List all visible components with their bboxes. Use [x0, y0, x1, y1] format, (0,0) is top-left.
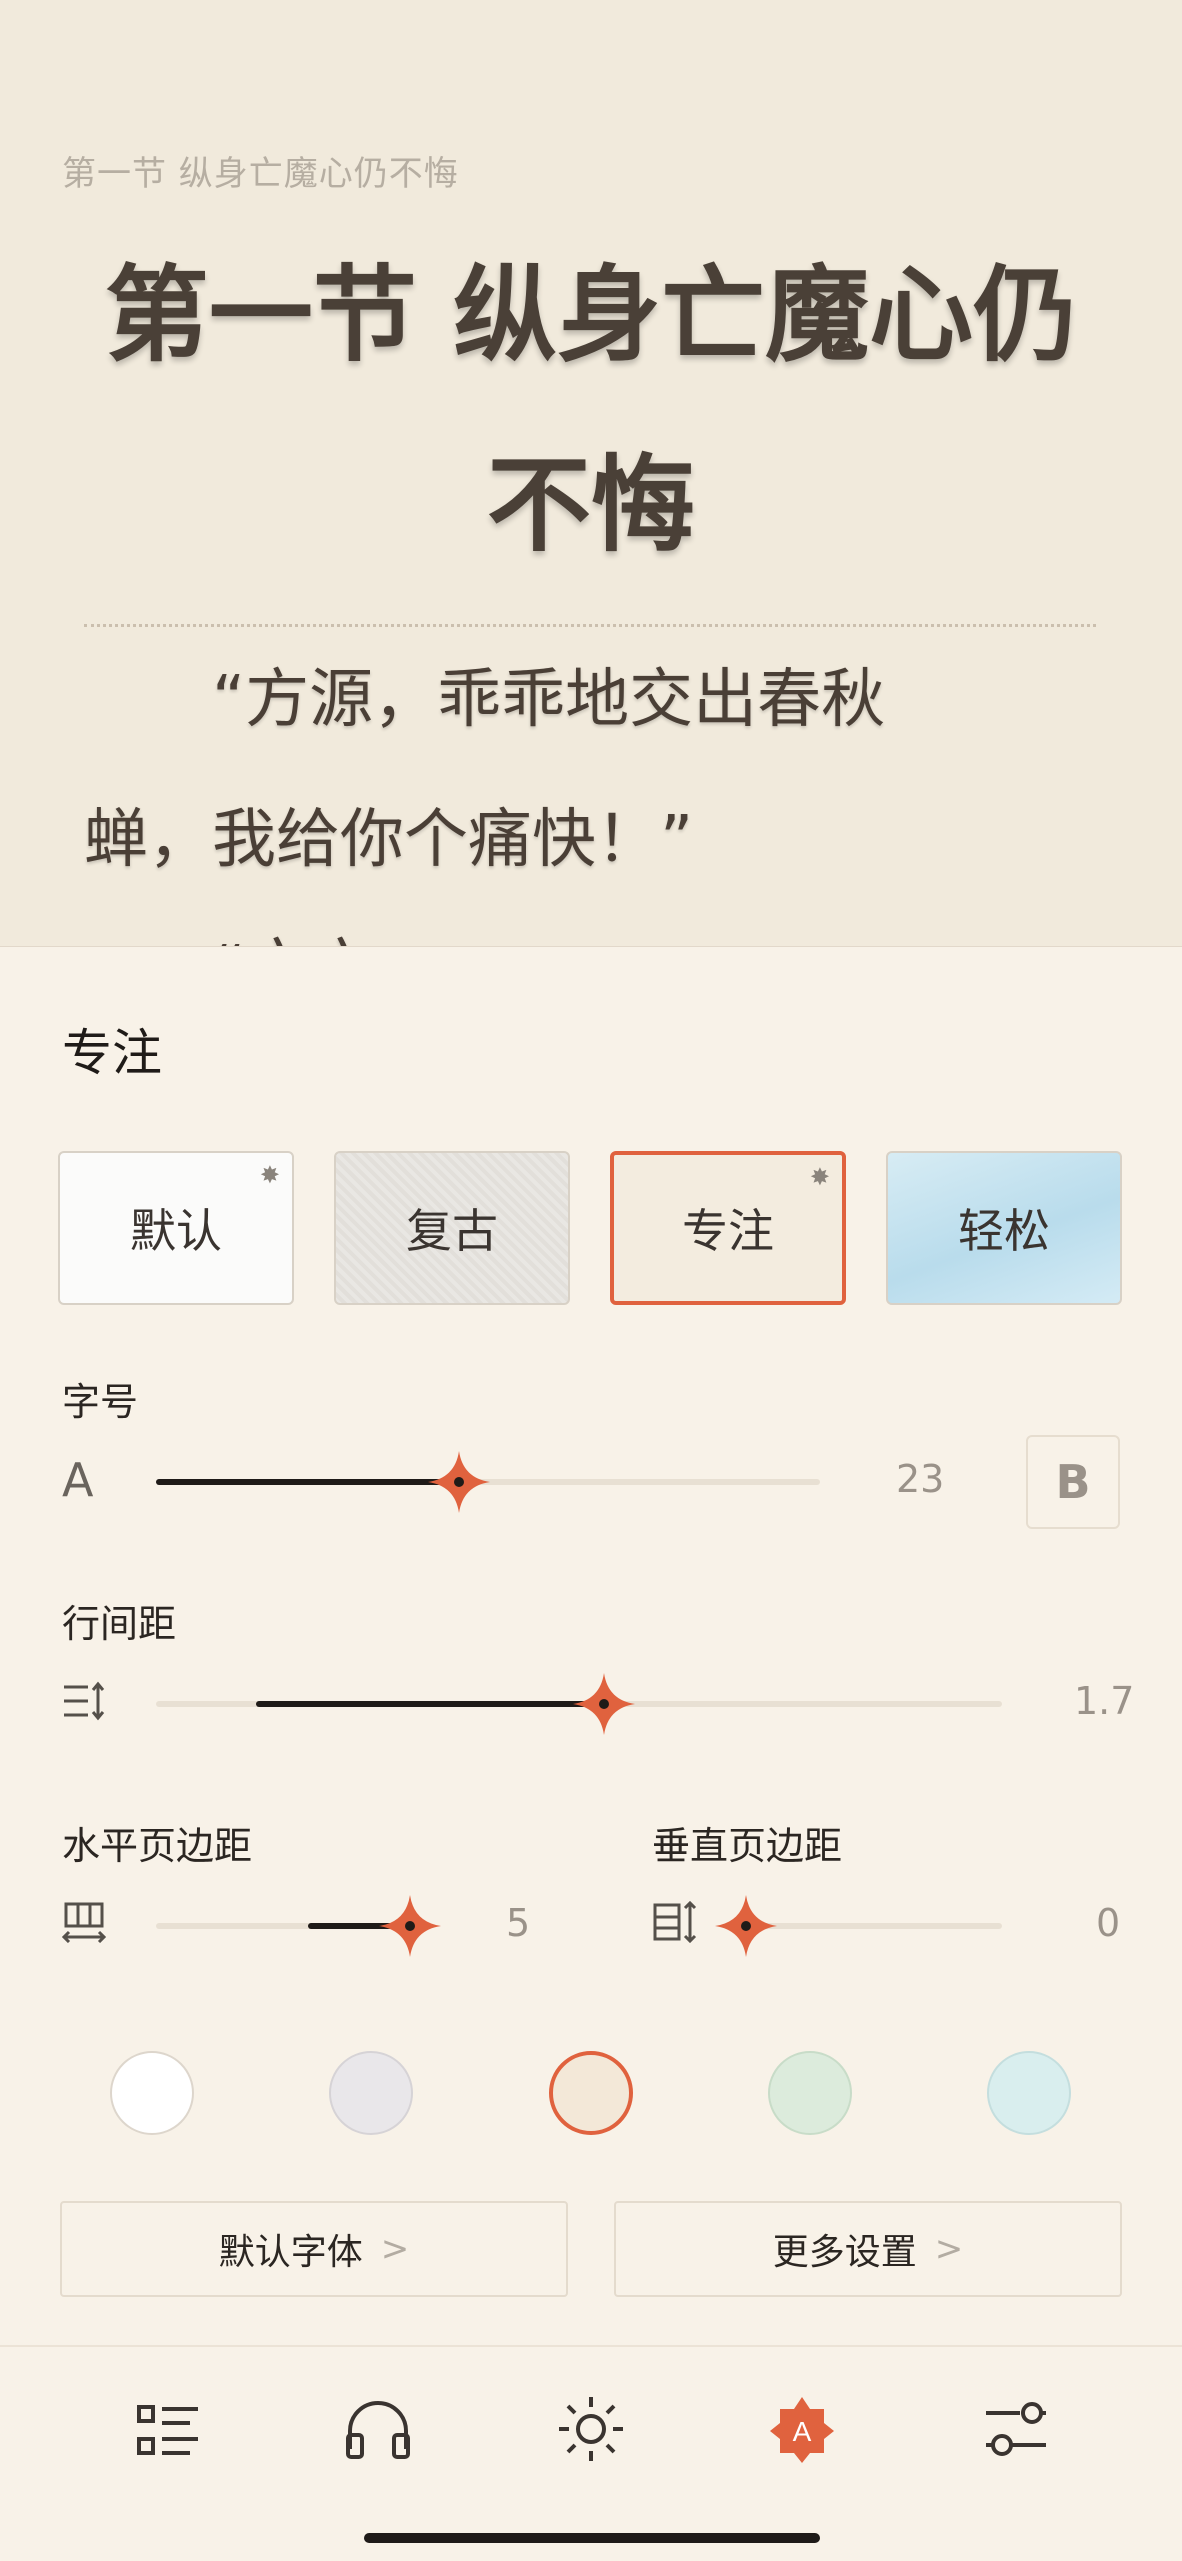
- font-settings-icon[interactable]: A: [760, 2387, 844, 2471]
- star-icon: ✸: [259, 1161, 280, 1189]
- more-settings-button[interactable]: 更多设置 >: [614, 2201, 1122, 2297]
- line-spacing-thumb[interactable]: [573, 1673, 635, 1735]
- brightness-icon[interactable]: [549, 2387, 633, 2471]
- paragraph-line: 蝉，我给你个痛快！”: [84, 803, 694, 877]
- paragraph-line-partial: “方方...: [84, 900, 1104, 946]
- line-spacing-label: 行间距: [62, 1602, 177, 1646]
- more-settings-label: 更多设置: [772, 2232, 917, 2273]
- line-spacing-icon: [64, 1681, 105, 1721]
- theme-label: 轻松: [958, 1204, 1050, 1258]
- font-small-icon: A: [62, 1453, 94, 1507]
- v-margin-track[interactable]: [746, 1923, 1002, 1929]
- reader-page[interactable]: 第一节 纵身亡魔心仍不悔 第一节 纵身亡魔心仍 不悔 “方源，乖乖地交出春秋 蝉…: [0, 0, 1182, 946]
- theme-relaxed[interactable]: 轻松: [886, 1151, 1122, 1305]
- star-icon: ✸: [809, 1163, 830, 1191]
- chevron-right-icon: >: [934, 2229, 964, 2269]
- h-margin-value: 5: [506, 1901, 531, 1945]
- reading-settings-panel: 专注 默认 ✸ 复古 专注 ✸ 轻松 字号 A 23 B 行间距 1.7 水平页…: [0, 946, 1182, 2561]
- h-margin-thumb[interactable]: [379, 1895, 441, 1957]
- home-indicator[interactable]: [364, 2533, 820, 2543]
- bg-swatch-beige-selected[interactable]: [549, 2051, 633, 2135]
- default-font-button[interactable]: 默认字体 >: [60, 2201, 568, 2297]
- theme-label: 复古: [406, 1204, 498, 1258]
- theme-retro[interactable]: 复古: [334, 1151, 570, 1305]
- headphones-icon[interactable]: [336, 2387, 420, 2471]
- paragraph-line: “方源，乖乖地交出春秋: [212, 663, 886, 737]
- h-margin-icon: [62, 1902, 106, 1943]
- toc-icon[interactable]: [126, 2387, 210, 2471]
- theme-label: 默认: [130, 1204, 222, 1258]
- font-large-button[interactable]: B: [1026, 1435, 1120, 1529]
- line-spacing-value: 1.7: [1074, 1679, 1135, 1723]
- v-margin-value: 0: [1096, 1901, 1121, 1945]
- bg-swatch-green[interactable]: [768, 2051, 852, 2135]
- default-font-label: 默认字体: [218, 2232, 363, 2273]
- title-divider: [84, 624, 1096, 627]
- font-size-value: 23: [896, 1457, 945, 1501]
- bg-swatch-cyan[interactable]: [987, 2051, 1071, 2135]
- theme-default[interactable]: 默认 ✸: [58, 1151, 294, 1305]
- line-spacing-fill: [256, 1701, 604, 1707]
- nav-divider: [0, 2345, 1182, 2347]
- chapter-title-line2: 不悔: [486, 444, 695, 566]
- v-margin-thumb[interactable]: [715, 1895, 777, 1957]
- svg-text:A: A: [793, 2416, 812, 2447]
- chapter-title: 第一节 纵身亡魔心仍 不悔: [60, 220, 1122, 600]
- font-size-thumb[interactable]: [428, 1451, 490, 1513]
- panel-title: 专注: [62, 1024, 162, 1082]
- chevron-right-icon: >: [380, 2229, 410, 2269]
- chapter-header: 第一节 纵身亡魔心仍不悔: [62, 154, 459, 194]
- font-size-label: 字号: [62, 1380, 139, 1424]
- bg-swatch-white[interactable]: [110, 2051, 194, 2135]
- theme-label: 专注: [682, 1204, 774, 1258]
- v-margin-label: 垂直页边距: [652, 1824, 843, 1868]
- h-margin-label: 水平页边距: [62, 1824, 253, 1868]
- sliders-icon[interactable]: [974, 2387, 1058, 2471]
- chapter-title-line1: 第一节 纵身亡魔心仍: [104, 254, 1078, 376]
- bg-swatch-gray[interactable]: [329, 2051, 413, 2135]
- font-size-fill: [156, 1479, 458, 1485]
- v-margin-icon: [653, 1901, 697, 1943]
- theme-focus[interactable]: 专注 ✸: [610, 1151, 846, 1305]
